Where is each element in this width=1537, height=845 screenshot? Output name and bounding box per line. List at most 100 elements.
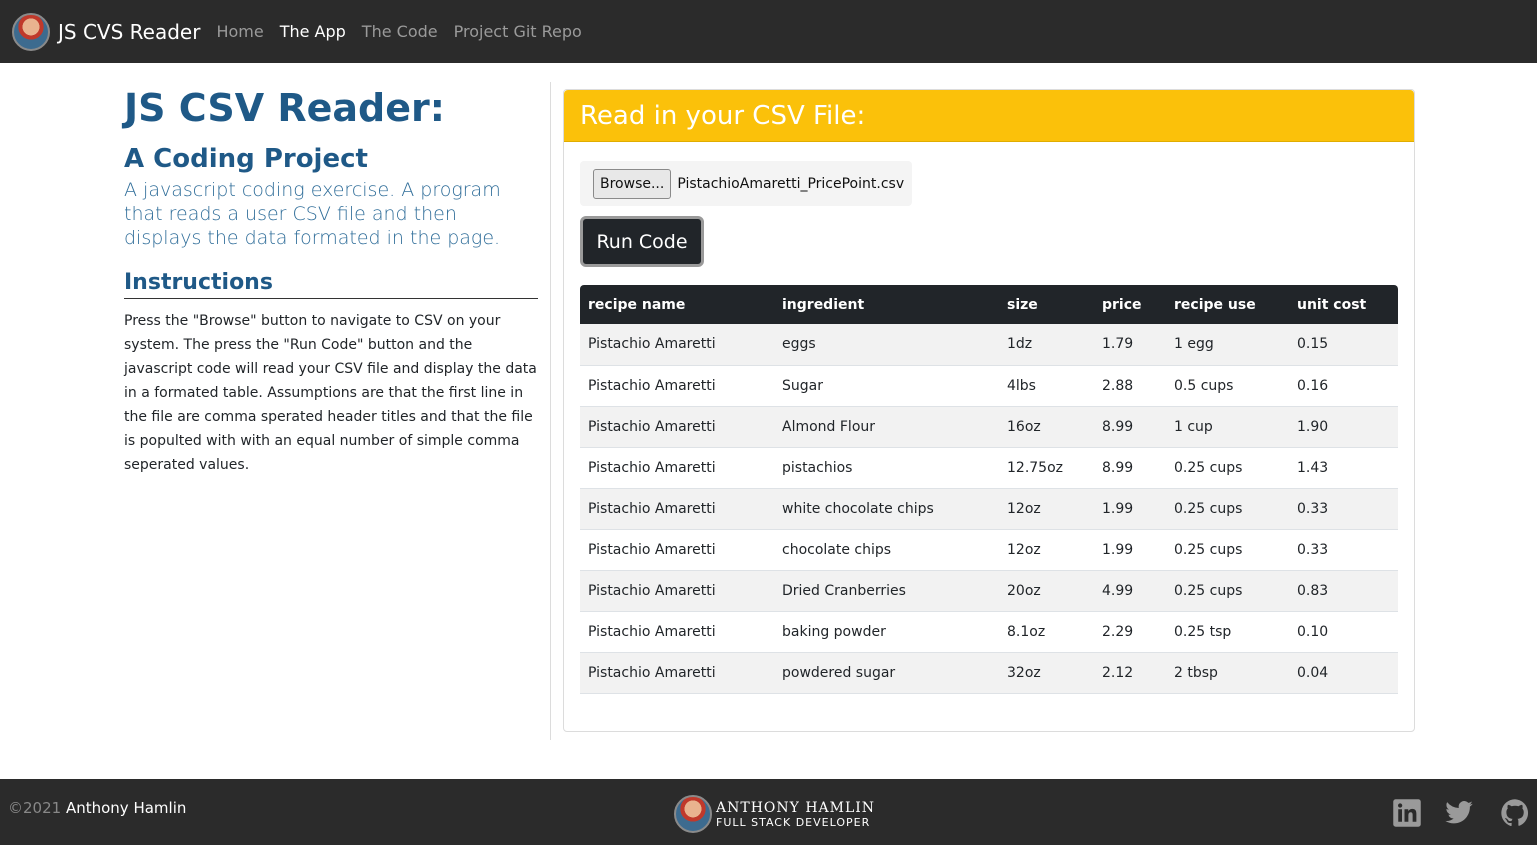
table-cell: 1.79 — [1094, 324, 1166, 366]
twitter-link[interactable] — [1444, 798, 1474, 828]
intro-column: JS CSV Reader: A Coding Project A javasc… — [124, 82, 538, 477]
column-header: recipe use — [1166, 285, 1289, 324]
table-cell: pistachios — [774, 447, 999, 489]
footer: ©2021 Anthony Hamlin ANTHONY HAMLIN FULL… — [0, 779, 1537, 845]
table-row: Pistachio Amaretti Sugar 4lbs 2.88 0.5 cups 0… — [580, 365, 1398, 407]
table-cell: 0.25 cups — [1166, 447, 1289, 489]
page-title: JS CSV Reader: — [124, 86, 445, 130]
column-header: price — [1094, 285, 1166, 324]
table-row: Pistachio Amaretti baking powder 8.1oz 2.29… — [580, 611, 1398, 653]
table-cell: 20oz — [999, 570, 1094, 612]
table-cell: Dried Cranberries — [774, 570, 999, 612]
table-row: Pistachio Amaretti Almond Flour 16oz 8.99 1 … — [580, 406, 1398, 448]
table-row: Pistachio Amaretti powdered sugar 32oz 2.12… — [580, 652, 1398, 694]
column-divider — [550, 82, 551, 740]
instructions-text: Press the "Browse" button to navigate to… — [124, 313, 537, 473]
table-body: Pistachio Amaretti eggs 1dz 1.79 1 egg 0.15 Pi… — [580, 324, 1398, 694]
table-cell: Pistachio Amaretti — [580, 529, 774, 571]
table-cell: 1.99 — [1094, 529, 1166, 571]
table-cell: 2 tbsp — [1166, 652, 1289, 694]
twitter-icon — [1445, 801, 1473, 824]
csv-card: Read in your CSV File: Browse... Pistach… — [563, 89, 1415, 732]
card-header: Read in your CSV File: — [564, 90, 1414, 142]
table-cell: 0.10 — [1289, 611, 1398, 653]
table-cell: 1dz — [999, 324, 1094, 366]
table-cell: 8.1oz — [999, 611, 1094, 653]
table-cell: 1.43 — [1289, 447, 1398, 489]
selected-file-name: PistachioAmaretti_PricePoint.csv — [677, 175, 905, 192]
avatar — [674, 795, 712, 833]
table-cell: 8.99 — [1094, 447, 1166, 489]
table-cell: 0.16 — [1289, 365, 1398, 407]
table-cell: Pistachio Amaretti — [580, 488, 774, 530]
table-cell: 2.88 — [1094, 365, 1166, 407]
brand-link[interactable]: JS CVS Reader — [12, 12, 201, 51]
table-cell: Pistachio Amaretti — [580, 324, 774, 366]
table-cell: Pistachio Amaretti — [580, 406, 774, 448]
nav-link-the-code[interactable]: The Code — [362, 22, 438, 41]
footer-logo: ANTHONY HAMLIN FULL STACK DEVELOPER — [674, 795, 875, 833]
table-row: Pistachio Amaretti eggs 1dz 1.79 1 egg 0.15 — [580, 324, 1398, 366]
copyright-year: ©2021 — [8, 799, 62, 817]
table-cell: Almond Flour — [774, 406, 999, 448]
nav-links: Home The App The Code Project Git Repo — [216, 22, 597, 41]
lead-text: A javascript coding exercise. A program … — [124, 179, 501, 249]
table-cell: eggs — [774, 324, 999, 366]
avatar — [12, 12, 50, 51]
table-cell: 8.99 — [1094, 406, 1166, 448]
nav-link-the-app[interactable]: The App — [280, 22, 346, 41]
table-cell: Pistachio Amaretti — [580, 570, 774, 612]
card-title: Read in your CSV File: — [580, 100, 866, 131]
table-cell: Pistachio Amaretti — [580, 611, 774, 653]
table-cell: powdered sugar — [774, 652, 999, 694]
nav-link-home[interactable]: Home — [216, 22, 263, 41]
brand-name: JS CVS Reader — [58, 19, 201, 44]
table-cell: Pistachio Amaretti — [580, 365, 774, 407]
table-cell: 0.25 cups — [1166, 529, 1289, 571]
linkedin-link[interactable] — [1392, 798, 1422, 828]
github-link[interactable] — [1500, 798, 1530, 828]
linkedin-icon — [1393, 799, 1421, 827]
table-cell: Pistachio Amaretti — [580, 447, 774, 489]
column-header: unit cost — [1289, 285, 1398, 324]
table-row: Pistachio Amaretti Dried Cranberries 20oz 4… — [580, 570, 1398, 612]
table-row: Pistachio Amaretti pistachios 12.75oz 8.99 0… — [580, 447, 1398, 489]
table-cell: 0.33 — [1289, 488, 1398, 530]
table-cell: 12oz — [999, 529, 1094, 571]
column-header: size — [999, 285, 1094, 324]
table-cell: 16oz — [999, 406, 1094, 448]
table-cell: white chocolate chips — [774, 488, 999, 530]
top-navbar: JS CVS Reader Home The App The Code Proj… — [0, 0, 1537, 63]
table-cell: baking powder — [774, 611, 999, 653]
table-cell: 1.90 — [1289, 406, 1398, 448]
table-row: Pistachio Amaretti chocolate chips 12oz 1.9… — [580, 529, 1398, 571]
table-cell: 1 egg — [1166, 324, 1289, 366]
page-subtitle: A Coding Project — [124, 144, 368, 174]
github-icon — [1501, 799, 1529, 827]
table-cell: 0.04 — [1289, 652, 1398, 694]
table-row: Pistachio Amaretti white chocolate chips 1… — [580, 488, 1398, 530]
table-cell: 0.25 cups — [1166, 488, 1289, 530]
table-cell: 12.75oz — [999, 447, 1094, 489]
logo-name: ANTHONY HAMLIN — [716, 799, 876, 816]
table-cell: 32oz — [999, 652, 1094, 694]
table-cell: 1 cup — [1166, 406, 1289, 448]
run-code-button[interactable]: Run Code — [580, 216, 704, 267]
table-cell: 0.25 tsp — [1166, 611, 1289, 653]
nav-link-git-repo[interactable]: Project Git Repo — [454, 22, 582, 41]
table-cell: 0.25 cups — [1166, 570, 1289, 612]
table-cell: 0.83 — [1289, 570, 1398, 612]
table-cell: Sugar — [774, 365, 999, 407]
copyright: ©2021 Anthony Hamlin — [8, 799, 186, 817]
table-cell: 0.15 — [1289, 324, 1398, 366]
table-cell: 4lbs — [999, 365, 1094, 407]
results-table: recipe name ingredient size price recipe… — [580, 285, 1398, 694]
browse-button[interactable]: Browse... — [593, 168, 672, 199]
file-input[interactable]: Browse... PistachioAmaretti_PricePoint.c… — [580, 161, 912, 206]
table-cell: 2.12 — [1094, 652, 1166, 694]
table-cell: 0.33 — [1289, 529, 1398, 571]
table-cell: 2.29 — [1094, 611, 1166, 653]
table-cell: 0.5 cups — [1166, 365, 1289, 407]
column-header: ingredient — [774, 285, 999, 324]
table-header-row: recipe name ingredient size price recipe… — [580, 285, 1398, 324]
